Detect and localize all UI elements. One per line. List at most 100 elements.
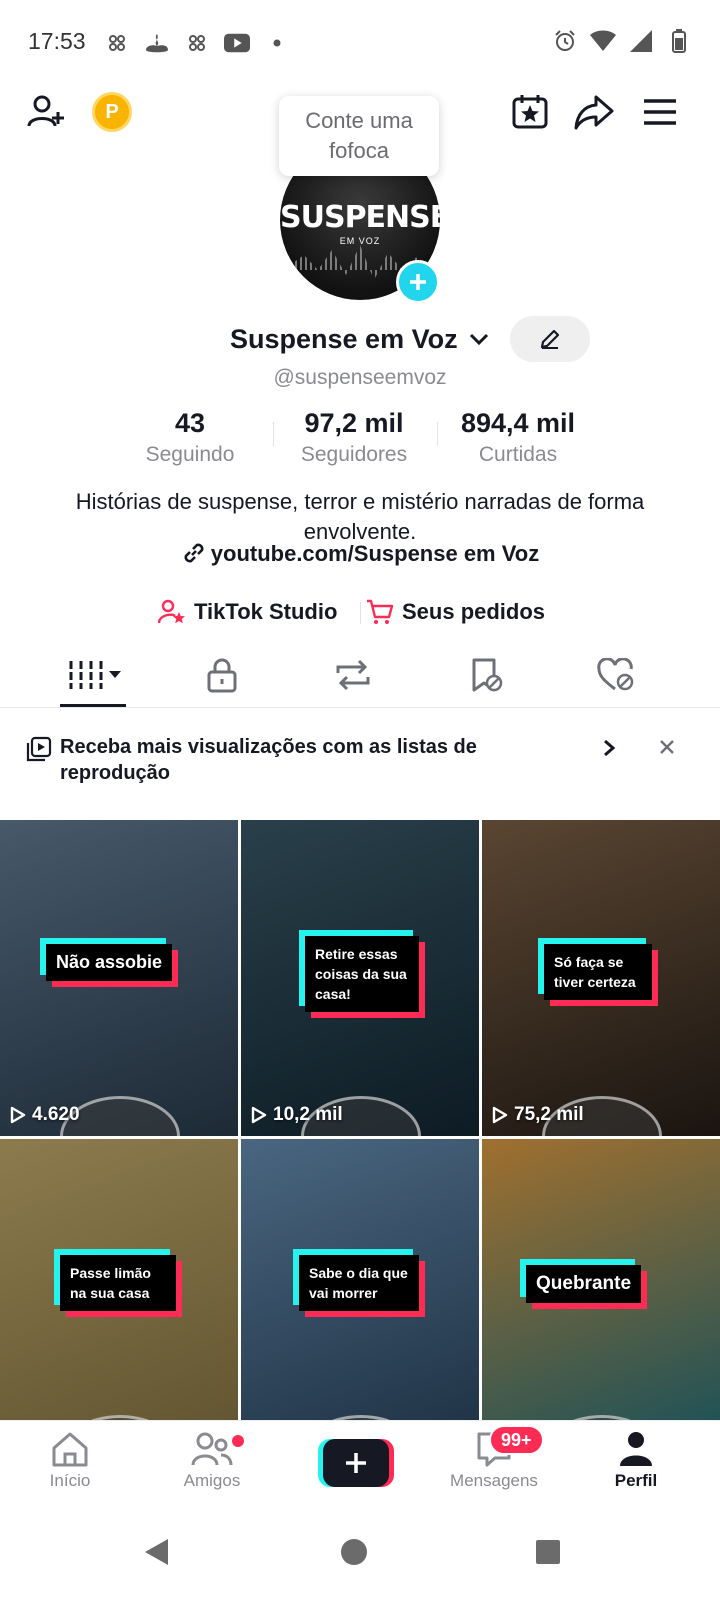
recents-square-icon — [536, 1540, 560, 1564]
alarm-icon — [552, 28, 578, 54]
profile-icon — [576, 1427, 696, 1471]
status-icons-right — [552, 28, 692, 54]
nav-friends[interactable]: Amigos — [152, 1427, 272, 1491]
notification-icon — [104, 30, 130, 56]
following-stat[interactable]: 43 Seguindo — [100, 408, 280, 467]
view-count-text: 75,2 mil — [514, 1104, 584, 1125]
bookmark-hidden-icon — [472, 658, 503, 692]
video-tile[interactable]: Quebrante — [482, 1139, 720, 1420]
tiktok-studio-button[interactable]: TikTok Studio — [158, 592, 337, 632]
followers-stat[interactable]: 97,2 mil Seguidores — [264, 408, 444, 467]
nav-home[interactable]: Início — [10, 1427, 130, 1491]
play-icon — [492, 1106, 508, 1124]
heart-hidden-icon — [597, 658, 634, 691]
playlist-banner[interactable]: Receba mais visualizações com as listas … — [0, 724, 720, 804]
dot-icon — [264, 30, 290, 56]
tab-favorites[interactable] — [456, 650, 516, 700]
add-friend-button[interactable] — [22, 88, 70, 136]
edit-profile-button[interactable] — [510, 316, 590, 362]
status-note-tooltip[interactable]: Conte uma fofoca — [279, 96, 439, 176]
close-icon[interactable] — [658, 738, 676, 756]
orders-button[interactable]: Seus pedidos — [366, 592, 545, 632]
video-caption: Não assobie — [46, 944, 173, 981]
display-name[interactable]: Suspense em Voz — [230, 324, 458, 355]
status-icons-left — [104, 30, 290, 56]
signal-icon — [628, 28, 654, 54]
video-caption: Só faça se tiver certeza — [544, 944, 652, 1000]
video-caption: Quebrante — [526, 1265, 642, 1303]
video-tile[interactable]: Passe limão na sua casa — [0, 1139, 238, 1420]
status-time: 17:53 — [28, 28, 86, 54]
coins-button[interactable]: P — [88, 88, 136, 136]
orders-label: Seus pedidos — [402, 599, 546, 624]
chevron-down-icon[interactable] — [468, 328, 490, 354]
playlist-icon — [26, 736, 52, 762]
notification-dot — [232, 1435, 244, 1447]
system-navigation — [0, 1506, 720, 1600]
avatar-logo-text: SUSPENSE — [280, 200, 440, 235]
home-circle-icon — [341, 1539, 367, 1565]
content-tabs — [0, 640, 720, 708]
nav-profile[interactable]: Perfil — [576, 1427, 696, 1491]
tab-private[interactable] — [192, 650, 252, 700]
messages-badge: 99+ — [489, 1425, 544, 1455]
video-tile[interactable]: Sabe o dia que vai morrer — [241, 1139, 479, 1420]
video-caption: Passe limão na sua casa — [60, 1255, 176, 1311]
tooltip-line1: Conte uma — [305, 108, 413, 133]
grid-icon — [69, 661, 121, 689]
back-triangle-icon — [145, 1539, 168, 1565]
cart-icon — [367, 599, 394, 624]
video-tile[interactable]: Não assobie 4.620 — [0, 820, 238, 1136]
person-star-icon — [158, 599, 185, 624]
following-label: Seguindo — [145, 443, 235, 466]
username-handle: @suspenseemvoz — [273, 366, 447, 389]
add-story-button[interactable] — [396, 260, 440, 304]
avatar-logo-subtext: EM VOZ — [339, 236, 381, 246]
profile-link-text: youtube.com/Suspense em Voz — [210, 541, 540, 566]
create-button[interactable] — [318, 1439, 394, 1487]
notification-icon — [184, 30, 210, 56]
status-bar: 17:53 — [0, 0, 720, 84]
profile-link[interactable]: youtube.com/Suspense em Voz — [0, 540, 720, 567]
nav-messages-label: Mensagens — [450, 1471, 538, 1490]
tab-liked[interactable] — [586, 650, 646, 700]
coin-icon: P — [92, 92, 132, 132]
friends-icon — [152, 1427, 272, 1471]
tooltip-line2: fofoca — [329, 138, 389, 163]
play-icon — [10, 1106, 26, 1124]
nav-home-label: Início — [49, 1471, 91, 1490]
tab-reposts[interactable] — [323, 650, 383, 700]
active-tab-indicator — [60, 704, 126, 707]
followers-count: 97,2 mil — [304, 408, 404, 438]
video-caption: Sabe o dia que vai morrer — [299, 1255, 419, 1311]
likes-count: 894,4 mil — [460, 408, 576, 438]
menu-button[interactable] — [636, 88, 684, 136]
back-button[interactable] — [128, 1524, 184, 1580]
profile-stats: 43 Seguindo 97,2 mil Seguidores 894,4 mi… — [0, 408, 720, 468]
santander-icon — [144, 30, 170, 56]
home-system-button[interactable] — [326, 1524, 382, 1580]
share-profile-button[interactable] — [570, 88, 618, 136]
chevron-right-icon[interactable] — [602, 738, 616, 758]
tab-videos[interactable] — [63, 650, 123, 700]
tiktok-studio-label: TikTok Studio — [194, 599, 338, 624]
pencil-icon — [540, 329, 560, 349]
youtube-icon — [224, 30, 250, 56]
likes-label: Curtidas — [478, 443, 558, 466]
nav-profile-label: Perfil — [614, 1471, 658, 1490]
divider — [360, 602, 361, 624]
calendar-star-icon — [512, 95, 548, 129]
likes-stat[interactable]: 894,4 mil Curtidas — [428, 408, 608, 467]
view-count: 4.620 — [10, 1104, 80, 1126]
plus-icon — [323, 1439, 389, 1487]
events-button[interactable] — [506, 88, 554, 136]
battery-icon — [666, 28, 692, 54]
video-tile[interactable]: Só faça se tiver certeza 75,2 mil — [482, 820, 720, 1136]
followers-label: Seguidores — [300, 443, 408, 466]
link-icon — [184, 543, 204, 563]
name-row: Suspense em Voz — [0, 316, 720, 364]
view-count-text: 10,2 mil — [273, 1104, 343, 1125]
add-user-icon — [27, 95, 64, 127]
recents-button[interactable] — [520, 1524, 576, 1580]
video-tile[interactable]: Retire essas coisas da sua casa! 10,2 mi… — [241, 820, 479, 1136]
